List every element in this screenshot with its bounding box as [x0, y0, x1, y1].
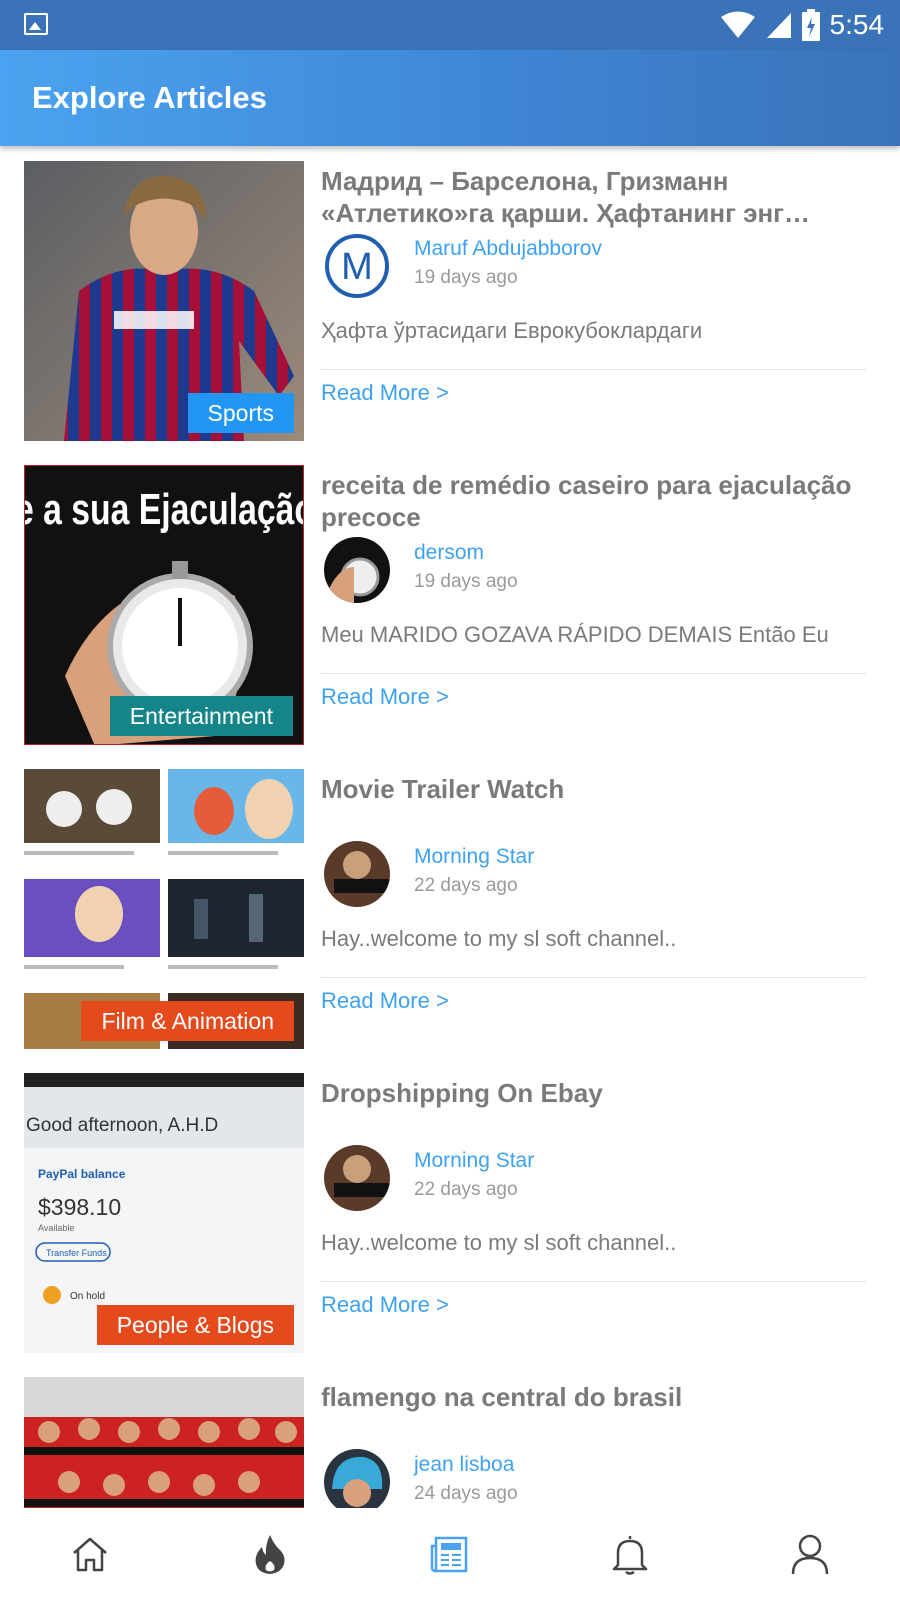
- author-name[interactable]: dersom: [414, 541, 484, 565]
- page-title: Explore Articles: [32, 80, 267, 115]
- article-excerpt: Hay..welcome to my sl soft channel..: [321, 926, 677, 951]
- clock: 5:54: [829, 9, 885, 40]
- article-thumbnail[interactable]: Good afternoon, A.H.D PayPal balance $39…: [24, 1073, 304, 1353]
- author-name[interactable]: Maruf Abdujabborov: [414, 237, 602, 261]
- article-thumbnail[interactable]: Sports: [24, 161, 304, 441]
- app-bar: Explore Articles: [0, 50, 900, 146]
- article-date: 22 days ago: [414, 875, 518, 896]
- home-icon[interactable]: [70, 1534, 110, 1574]
- article-date: 19 days ago: [414, 571, 518, 592]
- read-more-link[interactable]: Read More >: [321, 380, 449, 406]
- category-badge: Film & Animation: [81, 1001, 294, 1041]
- bell-icon[interactable]: [611, 1533, 649, 1575]
- article-title[interactable]: Мадрид – Барселона, Гризманн «Атлетико»г…: [321, 165, 881, 229]
- read-more-link[interactable]: Read More >: [321, 684, 449, 710]
- article-card[interactable]: Film & Animation Movie Trailer Watch Mor…: [24, 751, 876, 1049]
- svg-text:$398.10: $398.10: [38, 1194, 121, 1220]
- article-title[interactable]: receita de remédio caseiro para ejaculaç…: [321, 469, 881, 533]
- flame-icon[interactable]: [253, 1533, 287, 1575]
- svg-text:Transfer Funds: Transfer Funds: [46, 1248, 107, 1258]
- article-title[interactable]: Dropshipping On Ebay: [321, 1077, 881, 1109]
- article-card[interactable]: e a sua Ejaculação Entertainment receita…: [24, 447, 876, 745]
- article-list[interactable]: Sports Мадрид – Барселона, Гризманн «Атл…: [0, 146, 900, 1538]
- author-avatar[interactable]: M: [324, 233, 390, 299]
- article-thumbnail[interactable]: Film & Animation: [24, 769, 304, 1049]
- svg-text:On hold: On hold: [70, 1291, 105, 1302]
- category-badge: People & Blogs: [96, 1305, 294, 1345]
- svg-text:Available: Available: [38, 1223, 74, 1233]
- signal-icon: [766, 13, 791, 38]
- divider: [321, 977, 866, 978]
- battery-icon: [801, 9, 820, 41]
- article-thumbnail[interactable]: e a sua Ejaculação Entertainment: [24, 465, 304, 745]
- article-title[interactable]: flamengo na central do brasil: [321, 1381, 881, 1413]
- nav-articles[interactable]: [360, 1508, 540, 1600]
- user-icon[interactable]: [790, 1533, 830, 1575]
- nav-notifications[interactable]: [540, 1508, 720, 1600]
- nav-home[interactable]: [0, 1508, 180, 1600]
- article-card[interactable]: Sports Мадрид – Барселона, Гризманн «Атл…: [24, 146, 876, 441]
- image-notification-icon: [24, 13, 48, 35]
- svg-text:e a sua Ejaculação: e a sua Ejaculação: [25, 485, 304, 534]
- svg-text:Good afternoon, A.H.D: Good afternoon, A.H.D: [26, 1115, 218, 1136]
- svg-text:M: M: [341, 246, 373, 288]
- nav-profile[interactable]: [720, 1508, 900, 1600]
- article-date: 24 days ago: [414, 1483, 518, 1504]
- status-icons: 5:54: [720, 8, 885, 42]
- category-badge: Entertainment: [109, 696, 293, 736]
- author-avatar[interactable]: [324, 537, 390, 603]
- category-badge: Sports: [187, 393, 294, 433]
- author-name[interactable]: Morning Star: [414, 845, 534, 869]
- article-card[interactable]: Good afternoon, A.H.D PayPal balance $39…: [24, 1055, 876, 1353]
- nav-trending[interactable]: [180, 1508, 360, 1600]
- wifi-icon: [720, 11, 755, 38]
- article-excerpt: Ҳафта ўртасидаги Еврокубоклардаги: [321, 318, 703, 343]
- author-avatar[interactable]: [324, 1449, 390, 1515]
- article-excerpt: Hay..welcome to my sl soft channel..: [321, 1230, 677, 1255]
- author-name[interactable]: Morning Star: [414, 1149, 534, 1173]
- article-date: 22 days ago: [414, 1179, 518, 1200]
- divider: [321, 673, 866, 674]
- divider: [321, 369, 866, 370]
- status-bar: 5:54: [0, 0, 900, 50]
- divider: [321, 1281, 866, 1282]
- read-more-link[interactable]: Read More >: [321, 988, 449, 1014]
- author-avatar[interactable]: [324, 1145, 390, 1211]
- author-name[interactable]: jean lisboa: [414, 1453, 514, 1477]
- article-title[interactable]: Movie Trailer Watch: [321, 773, 881, 805]
- article-excerpt: Meu MARIDO GOZAVA RÁPIDO DEMAIS Então Eu: [321, 622, 829, 647]
- newspaper-icon[interactable]: [430, 1534, 470, 1574]
- read-more-link[interactable]: Read More >: [321, 1292, 449, 1318]
- bottom-navigation: [0, 1508, 900, 1600]
- article-date: 19 days ago: [414, 267, 518, 288]
- author-avatar[interactable]: [324, 841, 390, 907]
- svg-text:PayPal balance: PayPal balance: [38, 1167, 126, 1181]
